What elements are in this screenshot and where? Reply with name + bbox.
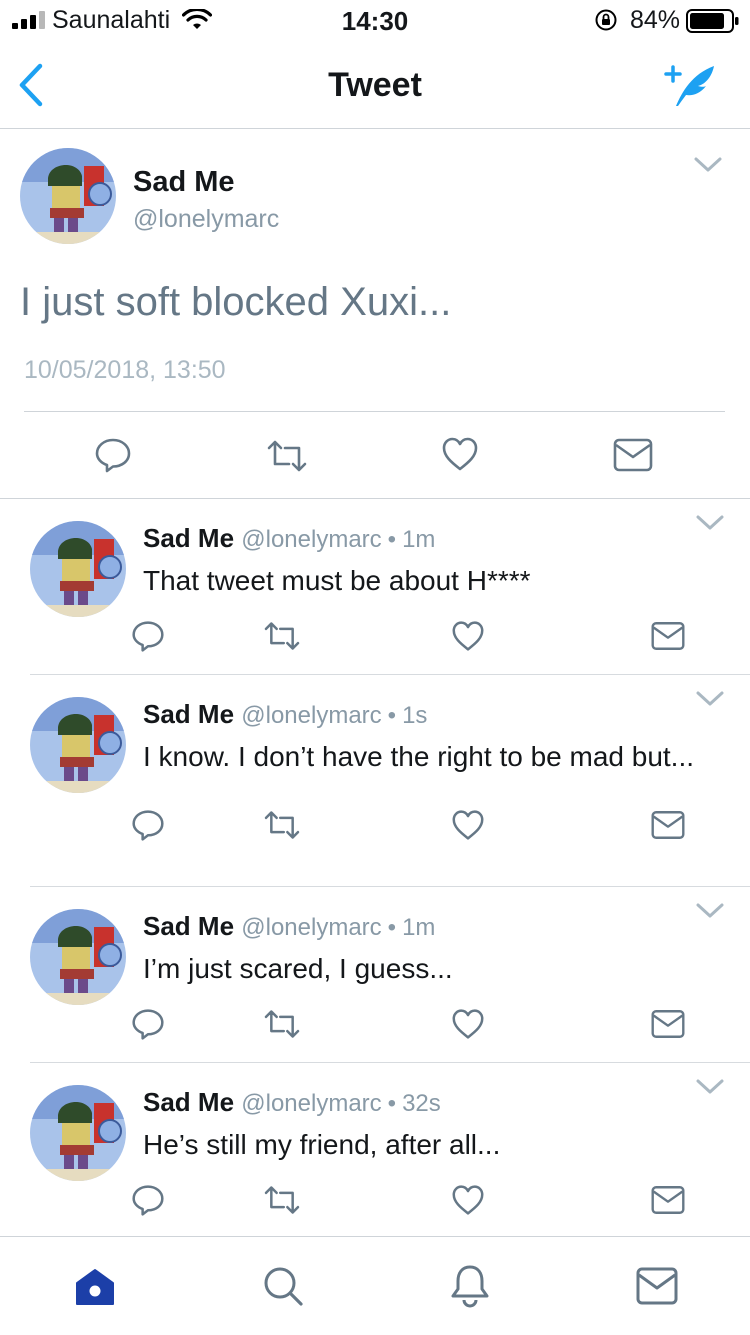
search-icon[interactable] [262, 1265, 304, 1307]
chevron-down-icon[interactable] [693, 155, 723, 175]
author-name[interactable]: Sad Me [143, 911, 234, 941]
navigation-bar: Tweet [0, 40, 750, 129]
like-icon[interactable] [451, 1184, 485, 1216]
reply-icon[interactable] [131, 808, 165, 842]
tweet-age: 1s [402, 702, 428, 729]
tweet-text: I just soft blocked Xuxi... [20, 280, 452, 324]
retweet-icon[interactable] [262, 620, 302, 652]
like-icon[interactable] [451, 809, 485, 841]
reply-tweet[interactable]: Sad Me @lonelymarc • 1m That tweet must be … [0, 499, 750, 675]
tweet-text: I’m just scared, I guess... [143, 953, 453, 984]
author-name[interactable]: Sad Me [143, 523, 234, 553]
avatar[interactable] [30, 697, 126, 793]
reply-header: Sad Me @lonelymarc • 1s [143, 699, 427, 730]
meta-separator: • [387, 702, 397, 729]
author-name[interactable]: Sad Me [143, 699, 234, 729]
chevron-down-icon[interactable] [695, 901, 725, 921]
chevron-down-icon[interactable] [695, 1077, 725, 1097]
direct-message-icon[interactable] [651, 810, 685, 840]
tweet-text: That tweet must be about H**** [143, 565, 531, 596]
status-bar: Saunalahti 14:30 84% [0, 0, 750, 40]
meta-separator: • [387, 1090, 397, 1117]
author-handle[interactable]: @lonelymarc [241, 702, 381, 729]
reply-tweet[interactable]: Sad Me @lonelymarc • 1m I’m just scared, I … [0, 887, 750, 1063]
direct-message-icon[interactable] [613, 438, 653, 472]
tweet-text: I know. I don’t have the right to be mad… [143, 741, 695, 772]
reply-tweet[interactable]: Sad Me @lonelymarc • 1s I know. I don’t hav… [0, 675, 750, 887]
like-icon[interactable] [451, 1008, 485, 1040]
like-icon[interactable] [451, 620, 485, 652]
bell-icon[interactable] [449, 1263, 491, 1309]
tweet-age: 32s [402, 1090, 441, 1117]
retweet-icon[interactable] [262, 1008, 302, 1040]
reply-icon[interactable] [94, 436, 132, 474]
reply-icon[interactable] [131, 1007, 165, 1041]
author-handle[interactable]: @lonelymarc [241, 914, 381, 941]
battery-percentage: 84% [630, 6, 681, 34]
chevron-down-icon[interactable] [695, 689, 725, 709]
author-name[interactable]: Sad Me [143, 1087, 234, 1117]
avatar[interactable] [20, 148, 116, 244]
tweet-age: 1m [402, 526, 436, 553]
retweet-icon[interactable] [262, 1184, 302, 1216]
direct-message-icon[interactable] [651, 1185, 685, 1215]
reply-header: Sad Me @lonelymarc • 1m [143, 523, 435, 554]
reply-tweet[interactable]: Sad Me @lonelymarc • 32s He’s still my frie… [0, 1063, 750, 1236]
author-handle[interactable]: @lonelymarc [241, 1090, 381, 1117]
direct-message-icon[interactable] [651, 621, 685, 651]
rotation-lock-icon [594, 8, 618, 32]
reply-header: Sad Me @lonelymarc • 32s [143, 1087, 441, 1118]
compose-feather-icon [664, 65, 714, 106]
meta-separator: • [387, 914, 397, 941]
mail-icon[interactable] [636, 1267, 678, 1305]
home-icon[interactable] [74, 1267, 116, 1307]
like-icon[interactable] [441, 436, 479, 472]
tab-bar [0, 1236, 750, 1335]
tweet-timestamp: 10/05/2018, 13:50 [24, 356, 226, 384]
avatar[interactable] [30, 521, 126, 617]
author-handle[interactable]: @lonelymarc [241, 526, 381, 553]
battery-icon [686, 9, 740, 33]
direct-message-icon[interactable] [651, 1009, 685, 1039]
tweet-text: He’s still my friend, after all... [143, 1129, 501, 1160]
chevron-down-icon[interactable] [695, 513, 725, 533]
avatar[interactable] [30, 1085, 126, 1181]
retweet-icon[interactable] [265, 438, 309, 474]
reply-icon[interactable] [131, 619, 165, 653]
tweet-age: 1m [402, 914, 436, 941]
reply-header: Sad Me @lonelymarc • 1m [143, 911, 435, 942]
divider [24, 411, 725, 412]
author-handle[interactable]: @lonelymarc [133, 205, 279, 234]
reply-icon[interactable] [131, 1183, 165, 1217]
retweet-icon[interactable] [262, 809, 302, 841]
author-name[interactable]: Sad Me [133, 166, 235, 199]
compose-tweet-button[interactable] [662, 62, 720, 108]
meta-separator: • [387, 526, 397, 553]
page-title: Tweet [328, 66, 422, 104]
avatar[interactable] [30, 909, 126, 1005]
tweet-actions [0, 436, 750, 476]
